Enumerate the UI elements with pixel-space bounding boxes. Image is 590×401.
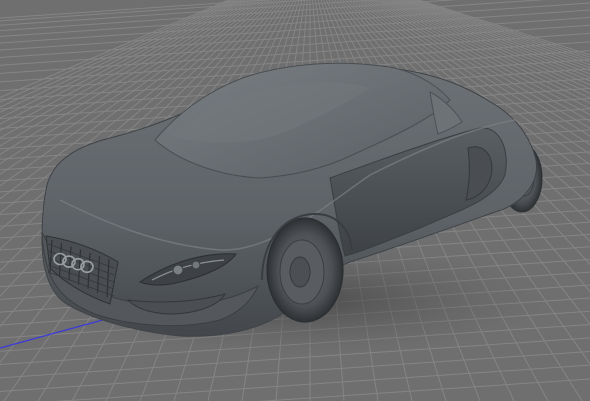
viewport-canvas[interactable] (0, 0, 590, 401)
3d-viewport[interactable] (0, 0, 590, 401)
front-wheel (266, 217, 344, 323)
grid-line (258, 378, 590, 401)
